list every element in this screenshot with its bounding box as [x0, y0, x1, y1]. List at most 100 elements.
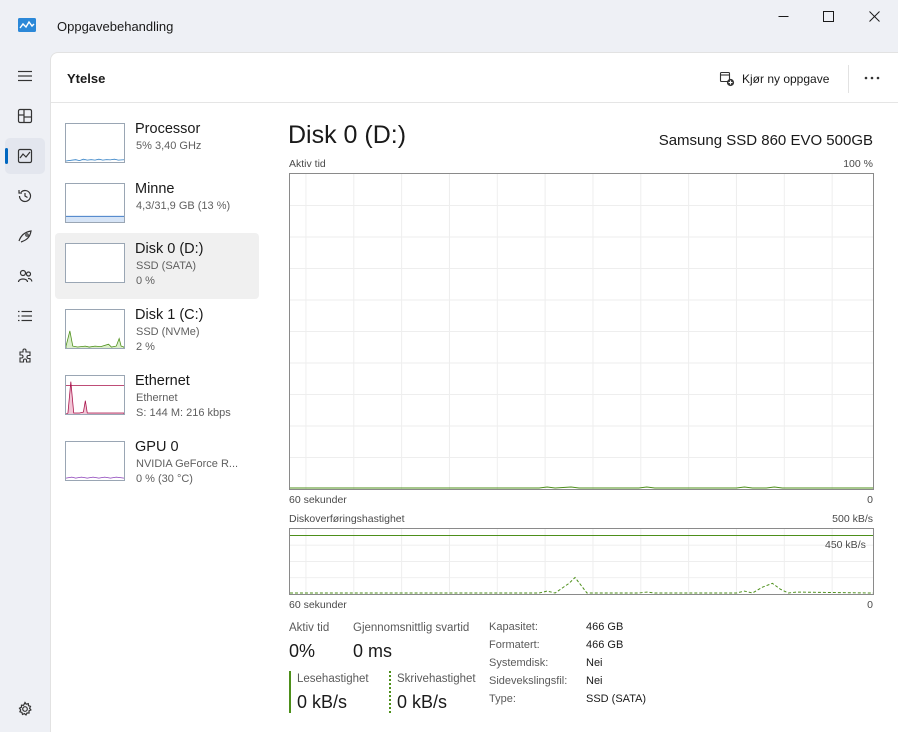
page-title: Ytelse [67, 71, 106, 86]
read-speed-indicator [289, 671, 291, 713]
run-task-icon [719, 71, 735, 87]
nav-performance-button[interactable] [5, 138, 45, 174]
memory-thumbnail-graph [65, 183, 125, 223]
transfer-rate-graph-max: 500 kB/s [832, 513, 873, 525]
transfer-rate-grid [290, 529, 873, 594]
capacity-label: Kapasitet: [489, 621, 538, 633]
write-speed-label: Skrivehastighet [397, 673, 476, 685]
type-label: Type: [489, 693, 516, 705]
nav-settings-button[interactable] [5, 691, 45, 727]
active-time-trace [290, 486, 873, 489]
response-time-stat-value: 0 ms [353, 641, 393, 661]
details-list-icon [18, 310, 32, 322]
device-item-gpu0[interactable]: GPU 0 NVIDIA GeForce R... 0 % (30 °C) [55, 431, 259, 497]
write-speed-value: 0 kB/s [397, 692, 448, 712]
run-task-label: Kjør ny oppgave [742, 72, 830, 86]
active-time-graph-label: Aktiv tid [289, 158, 326, 170]
device-detail: 4,3/31,9 GB (13 %) [136, 200, 231, 212]
read-rate-trace [290, 576, 873, 594]
transfer-rate-min-label: 0 [867, 599, 873, 611]
startup-icon [18, 230, 32, 243]
formatted-label: Formatert: [489, 639, 540, 651]
device-detail: 5% 3,40 GHz [136, 140, 202, 152]
device-item-ethernet[interactable]: Ethernet Ethernet S: 144 M: 216 kbps [55, 365, 259, 431]
device-item-processor[interactable]: Processor 5% 3,40 GHz [55, 113, 259, 179]
main-panel: Ytelse Kjør ny oppgave Processor 5% 3,40… [50, 52, 898, 732]
nav-users-button[interactable] [5, 258, 45, 294]
page-header: Ytelse Kjør ny oppgave [51, 53, 898, 103]
page-file-value: Nei [586, 675, 603, 687]
device-name: Ethernet [135, 373, 190, 389]
title-bar: Oppgavebehandling [0, 0, 898, 52]
page-file-label: Sidevekslingsfil: [489, 675, 568, 687]
read-speed-label: Lesehastighet [297, 673, 369, 685]
close-button[interactable] [851, 0, 897, 32]
close-icon [868, 10, 880, 22]
menu-toggle-button[interactable] [5, 58, 45, 94]
nav-startup-apps-button[interactable] [5, 218, 45, 254]
formatted-value: 466 GB [586, 639, 624, 651]
nav-services-button[interactable] [5, 338, 45, 374]
type-value: SSD (SATA) [586, 693, 647, 705]
active-time-time-label: 60 sekunder [289, 494, 347, 506]
navigation-rail [0, 52, 50, 732]
transfer-rate-inner-label: 450 kB/s [825, 539, 866, 551]
services-puzzle-icon [19, 348, 31, 363]
more-options-button[interactable] [859, 66, 885, 90]
maximize-icon [822, 10, 834, 22]
response-time-stat-label: Gjennomsnittlig svartid [353, 622, 470, 634]
run-new-task-button[interactable]: Kjør ny oppgave [719, 69, 829, 89]
read-speed-value: 0 kB/s [297, 692, 348, 712]
more-dots-icon [864, 76, 880, 80]
device-item-disk0[interactable]: Disk 0 (D:) SSD (SATA) 0 % [55, 233, 259, 299]
disk-model: Samsung SSD 860 EVO 500GB [658, 132, 873, 149]
active-time-min-label: 0 [867, 494, 873, 506]
disk-title: Disk 0 (D:) [288, 121, 407, 149]
capacity-value: 466 GB [586, 621, 624, 633]
device-usage: 0 % [136, 275, 155, 287]
maximize-button[interactable] [805, 0, 851, 32]
active-time-stat-value: 0% [289, 641, 316, 661]
nav-details-button[interactable] [5, 298, 45, 334]
active-time-graph-max: 100 % [843, 158, 873, 170]
device-name: Processor [135, 121, 201, 137]
device-item-memory[interactable]: Minne 4,3/31,9 GB (13 %) [55, 173, 259, 239]
minimize-button[interactable] [760, 0, 806, 32]
device-name: Minne [135, 181, 175, 197]
task-manager-app-icon [18, 18, 36, 32]
device-usage: 0 % (30 °C) [136, 473, 193, 485]
transfer-rate-graph-label: Diskoverføringshastighet [289, 513, 405, 525]
system-disk-value: Nei [586, 657, 603, 669]
device-detail: SSD (NVMe) [136, 326, 200, 338]
hamburger-icon [18, 70, 32, 82]
disk0-thumbnail-graph [65, 243, 125, 283]
device-detail: Ethernet [136, 392, 178, 404]
device-detail: NVIDIA GeForce R... [136, 458, 239, 470]
header-divider [848, 65, 849, 93]
active-time-grid [290, 174, 873, 489]
device-item-disk1[interactable]: Disk 1 (C:) SSD (NVMe) 2 % [55, 299, 259, 365]
minimize-icon [778, 15, 788, 17]
ethernet-thumbnail-graph [65, 375, 125, 415]
device-name: Disk 0 (D:) [135, 241, 204, 257]
nav-app-history-button[interactable] [5, 178, 45, 214]
device-detail: SSD (SATA) [136, 260, 197, 272]
gear-icon [18, 701, 32, 716]
device-name: Disk 1 (C:) [135, 307, 204, 323]
device-throughput: S: 144 M: 216 kbps [136, 407, 231, 419]
transfer-rate-graph [289, 528, 874, 595]
window-title: Oppgavebehandling [57, 19, 174, 34]
users-icon [17, 269, 33, 283]
processor-thumbnail-graph [65, 123, 125, 163]
write-speed-indicator [389, 671, 391, 713]
processes-icon [17, 108, 33, 124]
nav-processes-button[interactable] [5, 98, 45, 134]
performance-icon [17, 148, 33, 164]
transfer-rate-time-label: 60 sekunder [289, 599, 347, 611]
device-usage: 2 % [136, 341, 155, 353]
gpu0-thumbnail-graph [65, 441, 125, 481]
active-time-graph [289, 173, 874, 490]
history-icon [18, 189, 32, 203]
disk1-thumbnail-graph [65, 309, 125, 349]
system-disk-label: Systemdisk: [489, 657, 549, 669]
